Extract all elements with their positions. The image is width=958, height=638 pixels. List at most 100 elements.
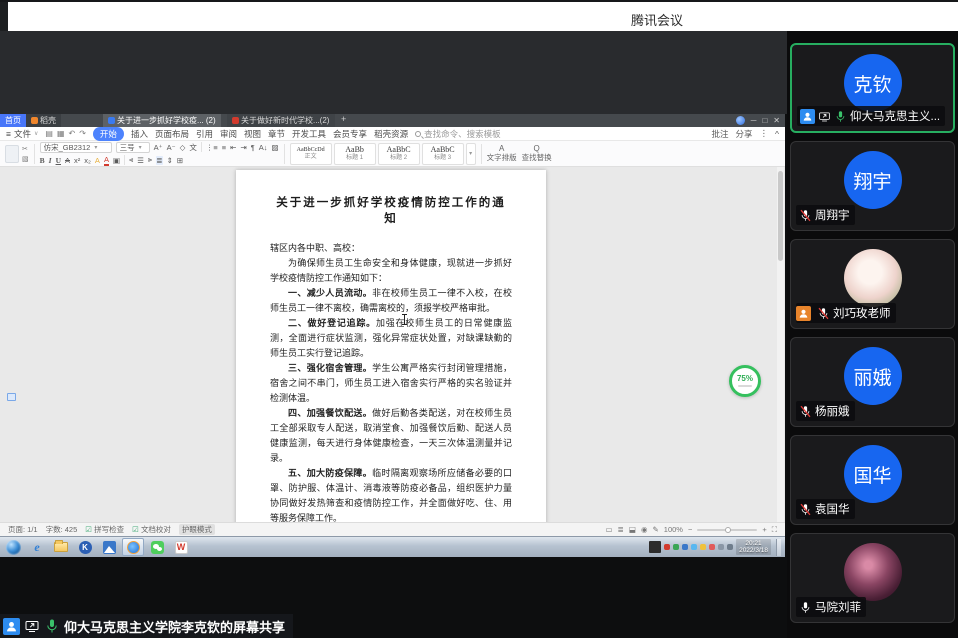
menu-tab-page-layout[interactable]: 页面布局 xyxy=(155,128,189,140)
zoom-out-button[interactable]: − xyxy=(688,525,692,534)
menu-tab-insert[interactable]: 插入 xyxy=(131,128,148,140)
qq-icon[interactable] xyxy=(709,544,715,550)
document-canvas[interactable]: 关于进一步抓好学校疫情防控工作的通知 辖区内各中职、高校： 为确保师生员工生命安… xyxy=(0,167,785,522)
outdent-icon[interactable]: ⇤ xyxy=(230,143,236,152)
menu-tab-member[interactable]: 会员专享 xyxy=(333,128,367,140)
progress-ring-badge[interactable]: 75% xyxy=(729,365,761,397)
file-menu[interactable]: ≡ 文件 ∨ xyxy=(6,128,38,140)
document-scrollbar[interactable] xyxy=(777,167,784,522)
page-view-icon[interactable]: ▭ xyxy=(605,525,612,534)
subscript-icon[interactable]: x₂ xyxy=(84,156,91,165)
participant-tile[interactable]: 国华 袁国华 xyxy=(790,435,955,525)
undo-icon[interactable]: ↶ xyxy=(69,129,76,138)
zoom-slider[interactable] xyxy=(697,529,757,531)
styles-gallery[interactable]: AaBbCcDd 正文 AaBb 标题 1 AaBbC 标题 2 AaBbC 标… xyxy=(290,143,476,165)
style-heading1[interactable]: AaBb 标题 1 xyxy=(334,143,376,165)
wrap-icon[interactable]: ¶ xyxy=(251,143,255,152)
tray-icon[interactable] xyxy=(700,544,706,550)
read-mode-icon[interactable]: ◉ xyxy=(641,525,648,534)
paste-button[interactable] xyxy=(5,145,19,163)
tray-icon[interactable] xyxy=(673,544,679,550)
web-view-icon[interactable]: ⬓ xyxy=(629,525,636,534)
share-button[interactable]: 分享 xyxy=(735,128,752,140)
wps-account-avatar[interactable] xyxy=(736,116,745,125)
highlight-icon[interactable]: A xyxy=(95,156,100,165)
menu-tab-resources[interactable]: 稻壳资源 xyxy=(374,128,408,140)
font-name-select[interactable]: 仿宋_GB2312▾ xyxy=(40,142,112,153)
find-replace-button[interactable]: Q 查找替换 xyxy=(522,145,552,162)
menu-tab-section[interactable]: 章节 xyxy=(268,128,285,140)
menu-tab-view[interactable]: 视图 xyxy=(244,128,261,140)
wps-shell-tab[interactable]: 稻壳 xyxy=(26,114,61,127)
format-painter-icon[interactable]: ▧ xyxy=(22,155,29,163)
window-close-button[interactable]: ✕ xyxy=(773,116,780,125)
system-tray[interactable]: 20:21 2022/3/18 xyxy=(649,539,783,556)
more-icon[interactable]: ⋮ xyxy=(760,128,769,139)
comment-marker-icon[interactable] xyxy=(7,393,16,401)
borders-icon[interactable]: ⊞ xyxy=(177,156,183,165)
menu-tab-home[interactable]: 开始 xyxy=(93,127,124,141)
cut-icon[interactable]: ✂ xyxy=(22,145,29,153)
command-search-box[interactable]: 查找命令、搜索模板 xyxy=(415,128,501,140)
taskbar-ie[interactable]: e xyxy=(26,538,48,556)
edit-mode-icon[interactable]: ✎ xyxy=(652,525,658,534)
participant-tile[interactable]: 丽娥 杨丽娥 xyxy=(790,337,955,427)
clear-format-icon[interactable]: ◇ xyxy=(180,143,186,152)
taskbar-wechat[interactable] xyxy=(146,538,168,556)
style-heading2[interactable]: AaBbC 标题 2 xyxy=(378,143,420,165)
taskbar-k-app[interactable]: K xyxy=(74,538,96,556)
document-page[interactable]: 关于进一步抓好学校疫情防控工作的通知 辖区内各中职、高校： 为确保师生员工生命安… xyxy=(236,170,546,522)
redo-icon[interactable]: ↷ xyxy=(79,129,86,138)
new-tab-button[interactable]: + xyxy=(335,114,352,127)
taskbar-clock[interactable]: 20:21 2022/3/18 xyxy=(736,539,771,555)
wps-home-tab[interactable]: 首页 xyxy=(0,114,26,127)
show-desktop-button[interactable] xyxy=(776,539,781,556)
shrink-font-icon[interactable]: A⁻ xyxy=(167,143,176,152)
comment-button[interactable]: 批注 xyxy=(711,128,728,140)
taskbar-explorer[interactable] xyxy=(50,538,72,556)
save-icon[interactable]: ▤ xyxy=(45,129,53,138)
style-normal[interactable]: AaBbCcDd 正文 xyxy=(290,143,332,165)
zoom-slider-knob[interactable] xyxy=(725,527,731,533)
zoom-in-button[interactable]: + xyxy=(762,525,766,534)
line-spacing-icon[interactable]: ⇕ xyxy=(167,156,173,165)
participant-tile[interactable]: 克钦 仰大马克思主义... xyxy=(790,43,955,133)
align-left-icon[interactable]: ⫷ xyxy=(129,155,133,165)
sort-icon[interactable]: A↓ xyxy=(259,143,268,152)
menu-tab-references[interactable]: 引用 xyxy=(196,128,213,140)
menu-tab-review[interactable]: 审阅 xyxy=(220,128,237,140)
strikethrough-icon[interactable]: A xyxy=(65,156,70,165)
wps-doc-tab-active[interactable]: 关于进一步抓好学校疫... (2)(1)(7) xyxy=(103,114,221,127)
volume-icon[interactable] xyxy=(718,544,724,550)
scrollbar-thumb[interactable] xyxy=(778,171,783,261)
quick-access-icons[interactable]: ▤ ▦ ↶ ↷ xyxy=(45,129,86,138)
bullets-icon[interactable]: ⋮≡ xyxy=(206,143,218,152)
ime-icon[interactable] xyxy=(649,541,661,553)
start-button[interactable] xyxy=(2,538,24,556)
outline-view-icon[interactable]: ≣ xyxy=(618,525,624,534)
window-maximize-button[interactable]: □ xyxy=(762,116,767,125)
tray-icon[interactable] xyxy=(691,544,697,550)
italic-button[interactable]: I xyxy=(49,156,52,165)
spellcheck-toggle[interactable]: ☑ 拼写检查 xyxy=(85,524,124,535)
taskbar-meeting-active[interactable] xyxy=(122,538,144,556)
proofing-toggle[interactable]: ☑ 文档校对 xyxy=(132,524,171,535)
pinyin-icon[interactable]: 文 xyxy=(189,142,197,153)
underline-button[interactable]: U xyxy=(56,156,61,165)
font-color-icon[interactable]: A xyxy=(104,155,109,166)
network-icon[interactable] xyxy=(727,544,733,550)
participant-tile[interactable]: 翔宇 周翔宇 xyxy=(790,141,955,231)
indent-icon[interactable]: ⇥ xyxy=(240,143,246,152)
justify-icon[interactable]: ≣ xyxy=(156,156,162,165)
wps-pdf-tab[interactable]: 关于做好新时代学校...(2).pdf xyxy=(227,114,335,127)
word-count[interactable]: 字数: 425 xyxy=(46,524,78,535)
shading-icon[interactable]: ▨ xyxy=(272,143,279,152)
style-heading3[interactable]: AaBbC 标题 3 xyxy=(422,143,464,165)
superscript-icon[interactable]: x² xyxy=(74,156,80,165)
taskbar-wps[interactable]: W xyxy=(170,538,192,556)
numbering-icon[interactable]: ≡ xyxy=(222,143,226,152)
participant-tile[interactable]: 刘巧玫老师 xyxy=(790,239,955,329)
participant-tile[interactable]: 马院刘菲 xyxy=(790,533,955,623)
font-size-select[interactable]: 三号▾ xyxy=(116,142,150,153)
collapse-ribbon-icon[interactable]: ^ xyxy=(775,129,779,139)
